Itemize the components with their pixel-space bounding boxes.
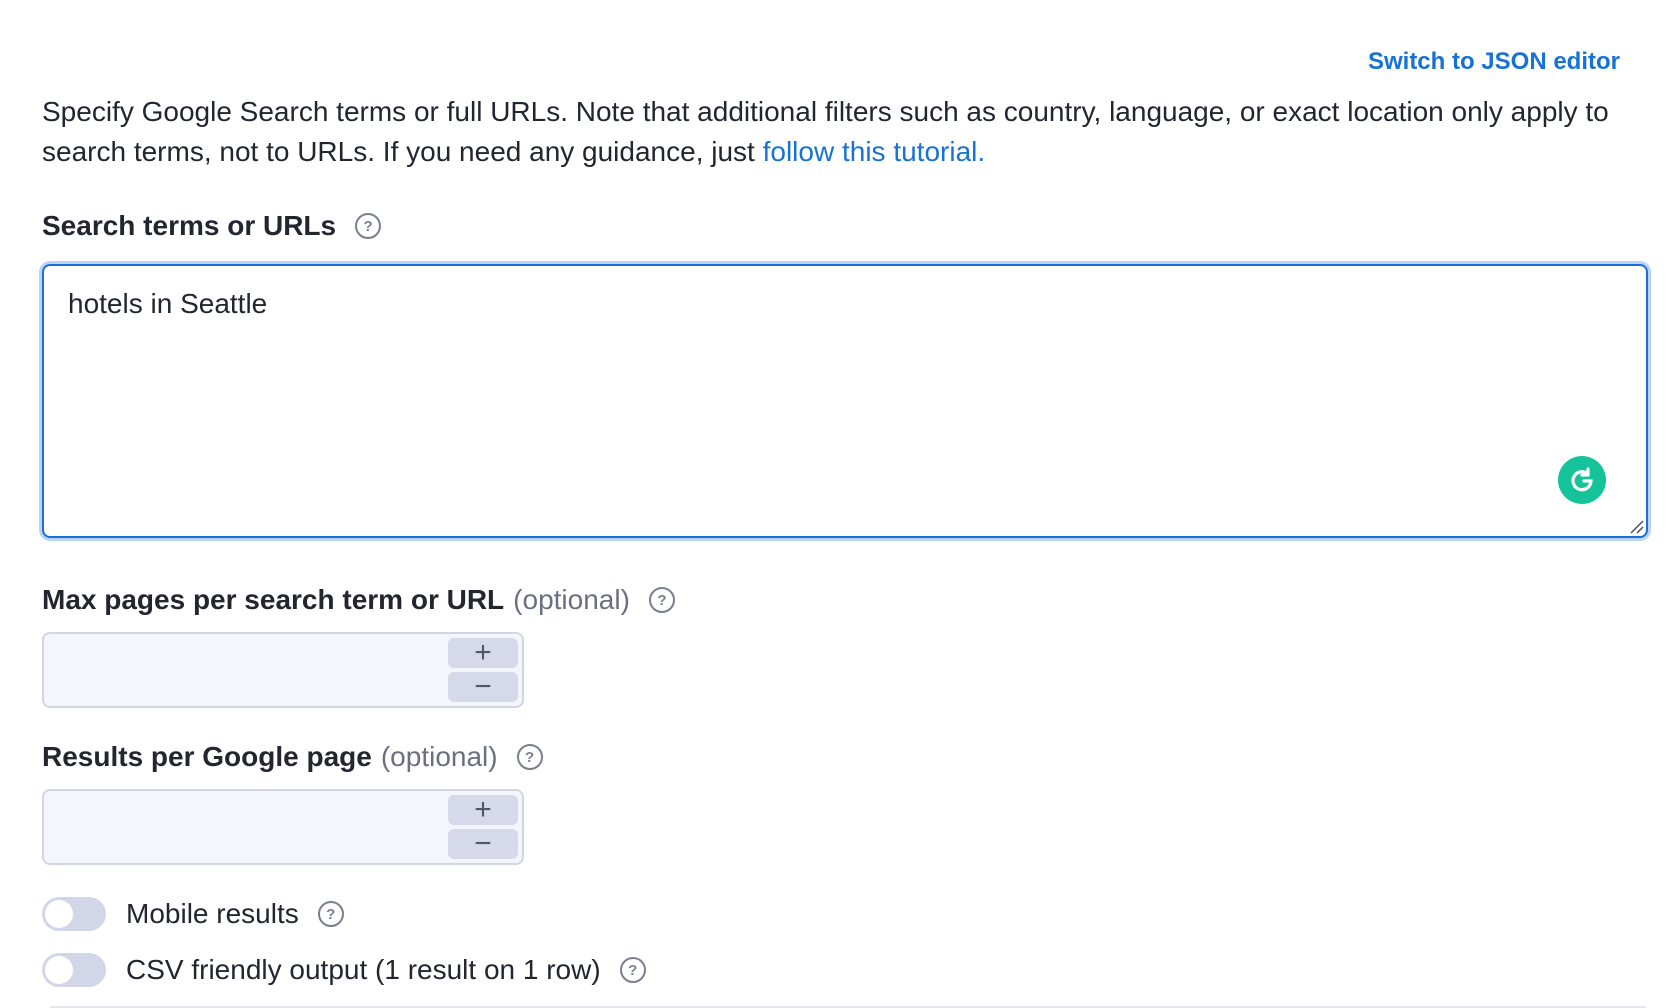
search-terms-textarea-container: hotels in Seattle: [42, 264, 1648, 538]
mobile-results-label: Mobile results: [126, 898, 299, 929]
results-per-page-label-row: Results per Google page (optional) ?: [42, 737, 543, 777]
optional-tag: (optional): [513, 584, 630, 615]
csv-friendly-toggle[interactable]: [42, 953, 106, 987]
mobile-results-toggle[interactable]: [42, 897, 106, 931]
help-icon[interactable]: ?: [317, 901, 344, 927]
resize-handle-icon[interactable]: [1628, 518, 1644, 534]
toggle-knob: [45, 900, 73, 928]
max-pages-label-row: Max pages per search term or URL (option…: [42, 580, 675, 620]
switch-to-json-editor-link[interactable]: Switch to JSON editor: [1368, 48, 1620, 76]
help-icon[interactable]: ?: [619, 957, 646, 983]
csv-friendly-label: CSV friendly output (1 result on 1 row): [126, 954, 601, 985]
search-terms-textarea[interactable]: hotels in Seattle: [44, 266, 1646, 536]
mobile-results-row: Mobile results ?: [42, 894, 344, 934]
search-terms-label-row: Search terms or URLs ?: [42, 206, 382, 246]
help-icon[interactable]: ?: [648, 587, 675, 613]
increment-button[interactable]: +: [448, 638, 518, 668]
intro-description: Specify Google Search terms or full URLs…: [42, 92, 1646, 172]
grammarly-icon[interactable]: [1558, 456, 1606, 504]
help-icon[interactable]: ?: [355, 213, 382, 239]
results-per-page-field: + −: [42, 789, 524, 865]
csv-friendly-row: CSV friendly output (1 result on 1 row) …: [42, 950, 646, 990]
max-pages-label: Max pages per search term or URL: [42, 584, 505, 615]
toggle-knob: [45, 956, 73, 984]
decrement-button[interactable]: −: [448, 829, 518, 859]
max-pages-field: + −: [42, 632, 524, 708]
results-per-page-input[interactable]: [44, 791, 444, 863]
tutorial-link[interactable]: follow this tutorial.: [763, 136, 986, 167]
max-pages-input[interactable]: [44, 634, 444, 706]
decrement-button[interactable]: −: [448, 672, 518, 702]
optional-tag: (optional): [380, 741, 498, 772]
increment-button[interactable]: +: [448, 795, 518, 825]
results-per-page-label: Results per Google page: [42, 741, 372, 772]
help-icon[interactable]: ?: [516, 744, 543, 770]
input-form: Switch to JSON editor Specify Google Sea…: [42, 0, 1648, 1008]
search-terms-label: Search terms or URLs: [42, 210, 337, 241]
